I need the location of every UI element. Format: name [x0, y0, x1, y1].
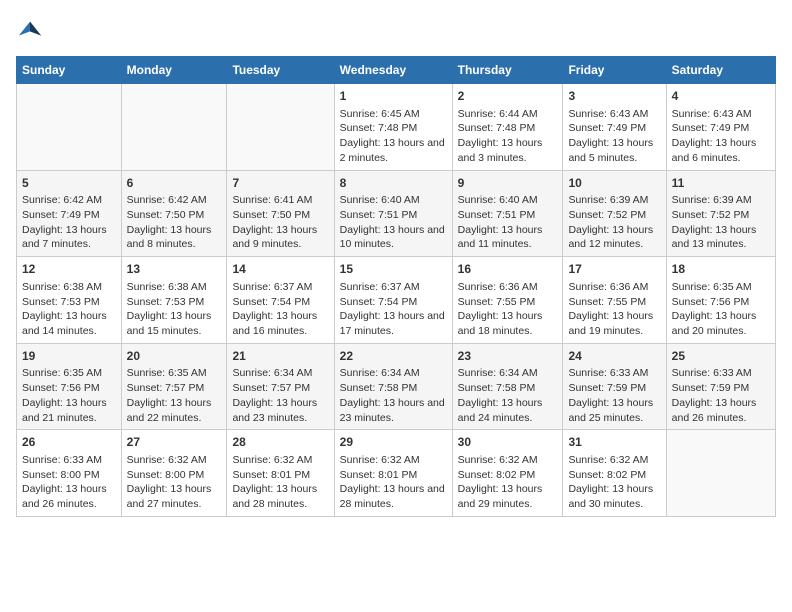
- calendar-cell: [227, 84, 334, 171]
- calendar-cell: 16Sunrise: 6:36 AMSunset: 7:55 PMDayligh…: [452, 257, 563, 344]
- calendar-cell: 24Sunrise: 6:33 AMSunset: 7:59 PMDayligh…: [563, 343, 666, 430]
- calendar-cell: 21Sunrise: 6:34 AMSunset: 7:57 PMDayligh…: [227, 343, 334, 430]
- calendar-cell: 5Sunrise: 6:42 AMSunset: 7:49 PMDaylight…: [17, 170, 122, 257]
- calendar-cell: 10Sunrise: 6:39 AMSunset: 7:52 PMDayligh…: [563, 170, 666, 257]
- day-number: 28: [232, 434, 328, 451]
- calendar-cell: 14Sunrise: 6:37 AMSunset: 7:54 PMDayligh…: [227, 257, 334, 344]
- day-number: 24: [568, 348, 660, 365]
- page-header: [16, 16, 776, 44]
- day-of-week-header: Tuesday: [227, 57, 334, 84]
- calendar-cell: 9Sunrise: 6:40 AMSunset: 7:51 PMDaylight…: [452, 170, 563, 257]
- day-number: 1: [340, 88, 447, 105]
- calendar-cell: 15Sunrise: 6:37 AMSunset: 7:54 PMDayligh…: [334, 257, 452, 344]
- day-number: 19: [22, 348, 116, 365]
- day-number: 9: [458, 175, 558, 192]
- logo: [16, 16, 48, 44]
- day-number: 31: [568, 434, 660, 451]
- day-of-week-header: Monday: [121, 57, 227, 84]
- day-number: 8: [340, 175, 447, 192]
- day-of-week-header: Friday: [563, 57, 666, 84]
- calendar-cell: 19Sunrise: 6:35 AMSunset: 7:56 PMDayligh…: [17, 343, 122, 430]
- day-number: 18: [672, 261, 770, 278]
- calendar-cell: 13Sunrise: 6:38 AMSunset: 7:53 PMDayligh…: [121, 257, 227, 344]
- calendar-table: SundayMondayTuesdayWednesdayThursdayFrid…: [16, 56, 776, 517]
- calendar-cell: 28Sunrise: 6:32 AMSunset: 8:01 PMDayligh…: [227, 430, 334, 517]
- calendar-cell: 12Sunrise: 6:38 AMSunset: 7:53 PMDayligh…: [17, 257, 122, 344]
- calendar-cell: 1Sunrise: 6:45 AMSunset: 7:48 PMDaylight…: [334, 84, 452, 171]
- day-number: 20: [127, 348, 222, 365]
- calendar-cell: 11Sunrise: 6:39 AMSunset: 7:52 PMDayligh…: [666, 170, 775, 257]
- calendar-cell: [121, 84, 227, 171]
- day-number: 25: [672, 348, 770, 365]
- calendar-cell: 23Sunrise: 6:34 AMSunset: 7:58 PMDayligh…: [452, 343, 563, 430]
- day-number: 22: [340, 348, 447, 365]
- calendar-cell: 7Sunrise: 6:41 AMSunset: 7:50 PMDaylight…: [227, 170, 334, 257]
- calendar-cell: 25Sunrise: 6:33 AMSunset: 7:59 PMDayligh…: [666, 343, 775, 430]
- day-number: 6: [127, 175, 222, 192]
- day-of-week-header: Sunday: [17, 57, 122, 84]
- calendar-cell: 3Sunrise: 6:43 AMSunset: 7:49 PMDaylight…: [563, 84, 666, 171]
- day-of-week-header: Saturday: [666, 57, 775, 84]
- day-number: 4: [672, 88, 770, 105]
- day-number: 27: [127, 434, 222, 451]
- calendar-cell: 17Sunrise: 6:36 AMSunset: 7:55 PMDayligh…: [563, 257, 666, 344]
- calendar-cell: 2Sunrise: 6:44 AMSunset: 7:48 PMDaylight…: [452, 84, 563, 171]
- calendar-cell: 4Sunrise: 6:43 AMSunset: 7:49 PMDaylight…: [666, 84, 775, 171]
- calendar-cell: 29Sunrise: 6:32 AMSunset: 8:01 PMDayligh…: [334, 430, 452, 517]
- calendar-cell: 20Sunrise: 6:35 AMSunset: 7:57 PMDayligh…: [121, 343, 227, 430]
- day-number: 13: [127, 261, 222, 278]
- day-number: 10: [568, 175, 660, 192]
- day-of-week-header: Wednesday: [334, 57, 452, 84]
- day-number: 30: [458, 434, 558, 451]
- calendar-cell: 18Sunrise: 6:35 AMSunset: 7:56 PMDayligh…: [666, 257, 775, 344]
- day-number: 29: [340, 434, 447, 451]
- day-number: 5: [22, 175, 116, 192]
- day-number: 26: [22, 434, 116, 451]
- calendar-cell: [666, 430, 775, 517]
- calendar-cell: 22Sunrise: 6:34 AMSunset: 7:58 PMDayligh…: [334, 343, 452, 430]
- logo-icon: [16, 16, 44, 44]
- calendar-cell: 26Sunrise: 6:33 AMSunset: 8:00 PMDayligh…: [17, 430, 122, 517]
- day-number: 7: [232, 175, 328, 192]
- day-number: 11: [672, 175, 770, 192]
- day-number: 12: [22, 261, 116, 278]
- calendar-cell: 30Sunrise: 6:32 AMSunset: 8:02 PMDayligh…: [452, 430, 563, 517]
- calendar-cell: 8Sunrise: 6:40 AMSunset: 7:51 PMDaylight…: [334, 170, 452, 257]
- calendar-cell: [17, 84, 122, 171]
- day-of-week-header: Thursday: [452, 57, 563, 84]
- day-number: 3: [568, 88, 660, 105]
- day-number: 21: [232, 348, 328, 365]
- day-number: 2: [458, 88, 558, 105]
- calendar-cell: 27Sunrise: 6:32 AMSunset: 8:00 PMDayligh…: [121, 430, 227, 517]
- calendar-cell: 31Sunrise: 6:32 AMSunset: 8:02 PMDayligh…: [563, 430, 666, 517]
- calendar-cell: 6Sunrise: 6:42 AMSunset: 7:50 PMDaylight…: [121, 170, 227, 257]
- day-number: 17: [568, 261, 660, 278]
- day-number: 14: [232, 261, 328, 278]
- day-number: 16: [458, 261, 558, 278]
- day-number: 15: [340, 261, 447, 278]
- day-number: 23: [458, 348, 558, 365]
